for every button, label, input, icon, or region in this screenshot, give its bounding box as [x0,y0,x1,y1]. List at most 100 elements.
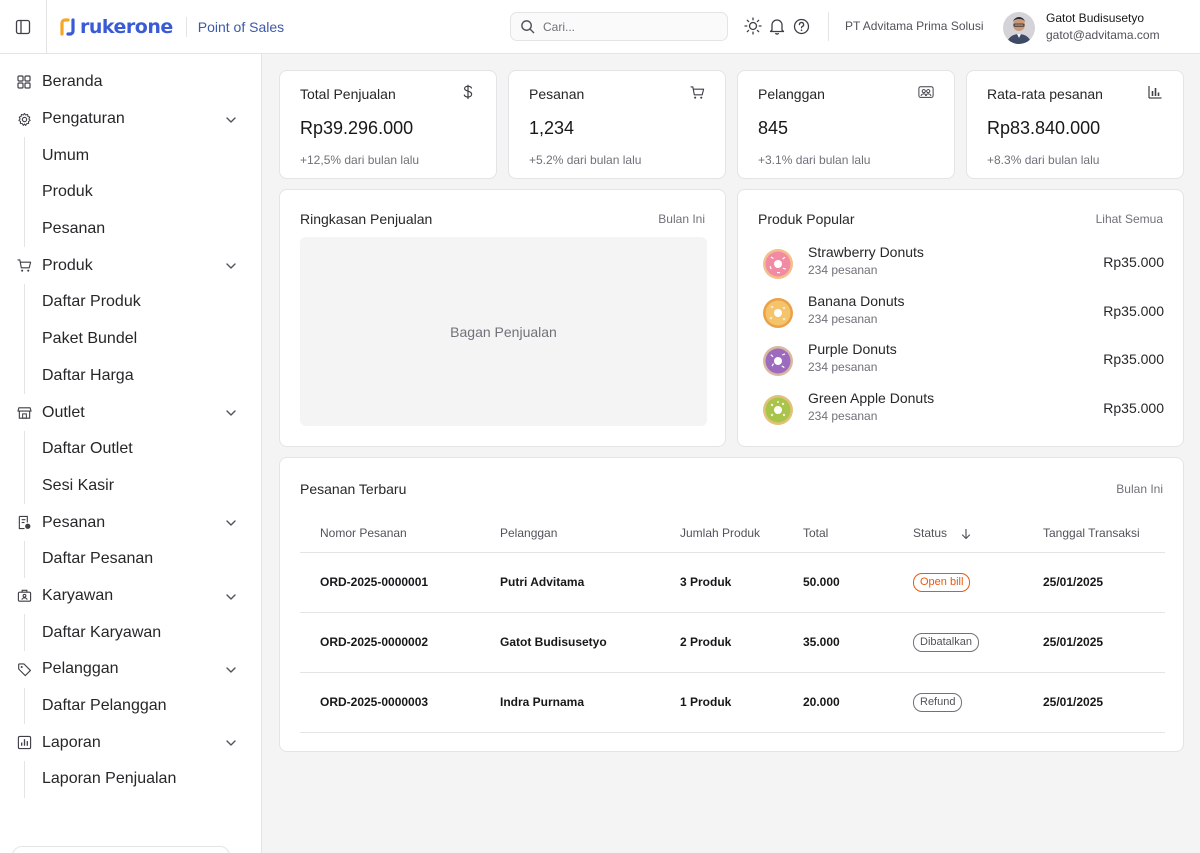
sidebar-subitem-daftar-pesanan[interactable]: Daftar Pesanan [0,541,261,578]
order-status-cell: Dibatalkan [893,612,1023,673]
table-header-row: Nomor Pesanan Pelanggan Jumlah Produk To… [300,514,1165,553]
order-status-cell: Open bill [893,552,1023,613]
brand: rukerone Point of Sales [47,16,284,38]
list-item[interactable]: Strawberry Donuts 234 pesanan Rp35.000 [758,244,1164,284]
chevron-down-icon[interactable] [224,516,238,530]
sidebar-item-laporan[interactable]: Laporan [0,724,261,761]
sidebar: Beranda Pengaturan Umum Produk Pesanan P… [0,54,262,853]
column-header[interactable]: Nomor Pesanan [300,514,480,553]
period-filter[interactable]: Bulan Ini [658,212,705,226]
product-name: Green Apple Donuts [808,390,935,406]
chevron-down-icon[interactable] [224,663,238,677]
notifications-button[interactable] [768,16,786,36]
status-badge: Open bill [913,572,971,592]
sidebar-item-pengaturan[interactable]: Pengaturan [0,101,261,138]
chevron-down-icon[interactable] [224,590,238,604]
avatar[interactable] [1003,12,1035,44]
stat-card-pesanan: Pesanan 1,234 +5.2% dari bulan lalu [508,70,726,179]
table-row[interactable]: ORD-2025-0000002 Gatot Budisusetyo 2 Pro… [300,612,1165,673]
column-header-label: Pelanggan [500,525,558,540]
chevron-down-icon[interactable] [224,736,238,750]
sidebar-nav: Beranda Pengaturan Umum Produk Pesanan P… [0,54,261,798]
search-input[interactable] [543,19,713,34]
sidebar-subitem-sesi-kasir[interactable]: Sesi Kasir [0,468,261,505]
product-price: Rp35.000 [1103,254,1164,270]
stat-title: Rata-rata pesanan [987,86,1103,102]
sidebar-item-pelanggan[interactable]: Pelanggan [0,651,261,688]
order-customer: Gatot Budisusetyo [480,612,660,673]
help-button[interactable] [792,16,810,36]
stat-value: 1,234 [529,118,575,138]
logo[interactable]: rukerone [59,16,173,38]
sidebar-subitem-pesanan-settings[interactable]: Pesanan [0,211,261,248]
sidebar-item-produk[interactable]: Produk [0,247,261,284]
help-circle-icon [793,18,809,34]
user-email: gatot@advitama.com [1046,28,1160,42]
search-icon [521,20,535,34]
purple-donut-image [763,346,793,376]
sidebar-item-label: Laporan [42,733,101,751]
stat-change: +12,5% dari bulan lalu [300,153,420,167]
sidebar-subitem-umum[interactable]: Umum [0,137,261,174]
header-divider [828,12,829,41]
logo-mark-icon [60,17,75,36]
sidebar-item-label: Beranda [42,73,103,91]
sidebar-item-karyawan[interactable]: Karyawan [0,578,261,615]
sidebar-subitem-paket-bundel[interactable]: Paket Bundel [0,321,261,358]
search-box[interactable] [510,12,728,41]
sidebar-item-pesanan[interactable]: Pesanan [0,504,261,541]
column-header[interactable]: Jumlah Produk [660,514,783,553]
column-header[interactable]: Total [783,514,893,553]
arrow-down-icon[interactable] [961,528,971,540]
order-qty: 2 Produk [660,612,783,673]
sidebar-footer-card[interactable] [12,846,230,853]
sidebar-item-beranda[interactable]: Beranda [0,64,261,101]
submenu-outlet: Daftar Outlet Sesi Kasir [0,430,261,505]
stat-value: Rp39.296.000 [300,118,414,138]
column-header[interactable]: Pelanggan [480,514,660,553]
sidebar-subitem-daftar-karyawan[interactable]: Daftar Karyawan [0,614,261,651]
column-header-label: Nomor Pesanan [320,525,407,540]
chevron-down-icon[interactable] [224,113,238,127]
period-filter[interactable]: Bulan Ini [1116,482,1163,496]
table-row[interactable]: ORD-2025-0000001 Putri Advitama 3 Produk… [300,552,1165,613]
list-item[interactable]: Green Apple Donuts 234 pesanan Rp35.000 [758,390,1164,430]
view-all-link[interactable]: Lihat Semua [1096,212,1163,226]
sidebar-subitem-produk-settings[interactable]: Produk [0,174,261,211]
sidebar-toggle-button[interactable] [0,0,47,54]
sidebar-subitem-daftar-outlet[interactable]: Daftar Outlet [0,431,261,468]
chevron-down-icon[interactable] [224,259,238,273]
sidebar-subitem-daftar-harga[interactable]: Daftar Harga [0,358,261,395]
submenu-karyawan: Daftar Karyawan [0,614,261,651]
report-chart-icon [16,735,32,751]
chevron-down-icon[interactable] [224,406,238,420]
order-customer: Indra Purnama [480,672,660,733]
strawberry-donut-image [763,249,793,279]
product-name: Banana Donuts [808,293,905,309]
list-item[interactable]: Purple Donuts 234 pesanan Rp35.000 [758,341,1164,381]
sidebar-subitem-daftar-produk[interactable]: Daftar Produk [0,284,261,321]
submenu-laporan: Laporan Penjualan [0,761,261,798]
order-qty: 1 Produk [660,672,783,733]
tag-icon [16,661,32,677]
status-badge: Dibatalkan [913,632,979,652]
order-total: 20.000 [783,672,893,733]
card-title: Ringkasan Penjualan [300,211,433,227]
submenu-produk: Daftar Produk Paket Bundel Daftar Harga [0,284,261,395]
table-row[interactable]: ORD-2025-0000003 Indra Purnama 1 Produk … [300,672,1165,733]
company-name[interactable]: PT Advitama Prima Solusi [845,19,984,33]
cart-icon [16,258,32,274]
list-item[interactable]: Banana Donuts 234 pesanan Rp35.000 [758,293,1164,333]
user-name: Gatot Budisusetyo [1046,11,1145,25]
column-header-status[interactable]: Status [893,514,1023,553]
product-price: Rp35.000 [1103,400,1164,416]
submenu-pengaturan: Umum Produk Pesanan [0,137,261,248]
theme-toggle-button[interactable] [744,16,762,36]
product-name: Purple Donuts [808,341,897,357]
sidebar-item-label: Karyawan [42,586,114,604]
sidebar-item-outlet[interactable]: Outlet [0,394,261,431]
user-avatar-image [1003,12,1035,44]
column-header[interactable]: Tanggal Transaksi [1023,514,1165,553]
sidebar-subitem-laporan-penjualan[interactable]: Laporan Penjualan [0,761,261,798]
sidebar-subitem-daftar-pelanggan[interactable]: Daftar Pelanggan [0,688,261,725]
